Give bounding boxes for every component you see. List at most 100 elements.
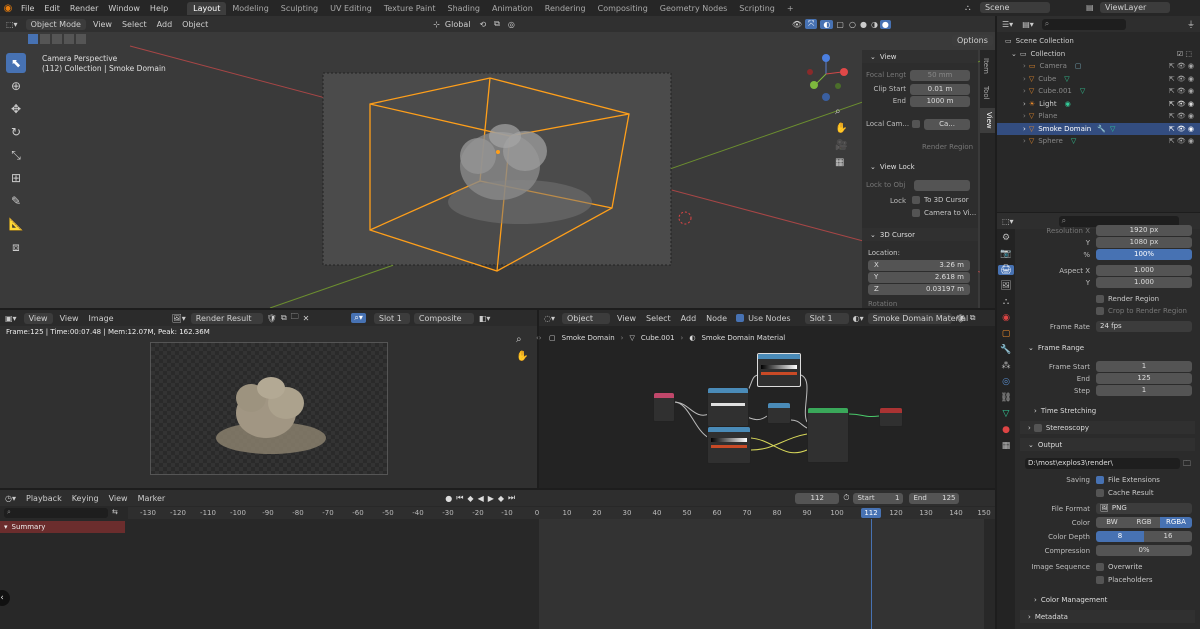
timeline-collapse-icon[interactable]: ⇆ <box>112 508 118 516</box>
image-zoom-icon[interactable]: ⌕ <box>516 334 528 345</box>
color-bw-button[interactable]: BW <box>1096 517 1128 528</box>
outliner-display-mode-icon[interactable]: ▤▾ <box>1018 20 1038 29</box>
ortho-grid-icon[interactable]: ▦ <box>835 157 847 168</box>
tab-layout[interactable]: Layout <box>187 1 227 15</box>
cursor-z-field[interactable]: Z 0.03197 m <box>868 284 970 295</box>
cursor-y-field[interactable]: Y 2.618 m <box>868 272 970 283</box>
view-lock-header[interactable]: ⌄ View Lock <box>862 160 978 173</box>
frame-end-field[interactable]: 125 <box>1096 373 1192 384</box>
render-tab-icon[interactable]: 📷 <box>1000 249 1011 259</box>
next-keyframe-icon[interactable]: ◆ <box>498 494 504 503</box>
select-box-tool[interactable]: ⬉ <box>6 53 26 73</box>
play-icon[interactable]: ▶ <box>488 494 494 503</box>
node-texture-coordinate[interactable] <box>653 392 675 422</box>
outliner-item-sphere[interactable]: › ▽ Sphere ▽ ⇱ 👁 ◉ <box>997 135 1200 148</box>
outliner-item-camera[interactable]: › ▭ Camera ▢ ⇱ 👁 ◉ <box>997 60 1200 73</box>
depth-16-button[interactable]: 16 <box>1144 531 1192 542</box>
tab-scripting[interactable]: Scripting <box>733 2 781 15</box>
material-tab-icon[interactable]: ● <box>1002 425 1010 435</box>
fake-user-icon[interactable]: 🛡 <box>265 314 279 323</box>
outliner-item-cube-001[interactable]: › ▽ Cube.001 ▽ ⇱ 👁 ◉ <box>997 85 1200 98</box>
aspect-y-field[interactable]: 1.000 <box>1096 277 1192 288</box>
tab-animation[interactable]: Animation <box>486 2 539 15</box>
tab-sculpting[interactable]: Sculpting <box>275 2 324 15</box>
view-layer-tab-icon[interactable]: 🖼 <box>1000 281 1011 291</box>
view-layer-icon[interactable]: ▤ <box>1086 3 1094 12</box>
file-extensions-checkbox[interactable]: File Extensions <box>1096 475 1160 484</box>
frame-rate-dropdown[interactable]: 24 fps <box>1096 321 1192 332</box>
node-math[interactable] <box>767 402 791 424</box>
prev-keyframe-icon[interactable]: ◆ <box>467 494 473 503</box>
constraints-tab-icon[interactable]: ⛓ <box>1000 393 1011 403</box>
image-pan-hand-icon[interactable]: ✋ <box>516 351 528 362</box>
zoom-icon[interactable]: ⌕ <box>835 106 847 117</box>
world-tab-icon[interactable]: ◉ <box>1002 313 1010 323</box>
transform-tool[interactable]: ⊞ <box>6 168 26 188</box>
tab-uv-editing[interactable]: UV Editing <box>324 2 378 15</box>
focal-length-field[interactable]: 50 mm <box>910 70 970 81</box>
color-rgba-button[interactable]: RGBA <box>1160 517 1192 528</box>
tab-modeling[interactable]: Modeling <box>226 2 274 15</box>
3d-cursor-header[interactable]: ⌄ 3D Cursor <box>862 228 978 241</box>
image-display-icon[interactable]: ⌕▾ <box>351 313 366 323</box>
tab-view[interactable]: View <box>980 108 995 133</box>
outliner-item-plane[interactable]: › ▽ Plane ⇱ 👁 ◉ <box>997 110 1200 123</box>
camera-to-view-checkbox[interactable]: Camera to Vi... <box>912 209 976 217</box>
node-principled-volume[interactable] <box>807 407 849 463</box>
scene-icon[interactable]: ⛬ <box>965 3 971 13</box>
tab-rendering[interactable]: Rendering <box>539 2 592 15</box>
menu-edit[interactable]: Edit <box>39 4 65 13</box>
depth-8-button[interactable]: 8 <box>1096 531 1144 542</box>
timeline-menu-playback[interactable]: Playback <box>21 494 67 503</box>
resolution-y-field[interactable]: 1080 px <box>1096 237 1192 248</box>
tab-tool[interactable]: Tool <box>982 86 990 100</box>
menu-window[interactable]: Window <box>103 4 145 13</box>
resolution-percent-field[interactable]: 100% <box>1096 249 1192 260</box>
output-panel-header[interactable]: ⌄ Output <box>1020 438 1195 451</box>
stopwatch-icon[interactable]: ⏱ <box>839 493 853 503</box>
timeline-menu-keying[interactable]: Keying <box>67 494 104 503</box>
physics-tab-icon[interactable]: ◎ <box>1002 377 1010 387</box>
pan-hand-icon[interactable]: ✋ <box>835 123 847 134</box>
end-frame-field[interactable]: End 125 <box>909 492 960 504</box>
modifier-tab-icon[interactable]: 🔧 <box>1000 345 1011 355</box>
view-layer-selector[interactable]: ViewLayer <box>1100 2 1170 13</box>
image-menu-image[interactable]: Image <box>84 314 119 323</box>
placeholders-checkbox[interactable]: Placeholders <box>1096 574 1153 585</box>
blender-logo-icon[interactable]: ◉ <box>0 3 16 14</box>
local-camera-checkbox[interactable] <box>912 120 920 128</box>
timeline-search-input[interactable]: ⌕ <box>4 508 108 518</box>
scale-tool[interactable]: ⤡ <box>6 145 26 165</box>
outliner-search-input[interactable]: ⌕ <box>1041 18 1126 30</box>
playhead-frame-badge[interactable]: 112 <box>861 508 881 518</box>
scene-selector[interactable]: Scene <box>980 2 1050 13</box>
folder-icon[interactable]: 🗀 <box>1183 458 1191 472</box>
add-cube-tool[interactable]: ⧈ <box>6 237 26 257</box>
render-region-label[interactable]: Render Region <box>922 143 973 151</box>
tab-geometry-nodes[interactable]: Geometry Nodes <box>654 2 733 15</box>
resolution-x-field[interactable]: 1920 px <box>1096 225 1192 236</box>
viewport-3d[interactable]: ⬚▾ Object Mode View Select Add Object ⊹ … <box>0 16 995 308</box>
image-editor-type-icon[interactable]: ▣▾ <box>0 314 22 323</box>
scene-collection-row[interactable]: ▭ Scene Collection <box>997 35 1200 48</box>
data-tab-icon[interactable]: ▽ <box>1003 409 1010 419</box>
unlink-image-icon[interactable]: ✕ <box>301 314 312 323</box>
view-panel-header[interactable]: ⌄ View <box>862 50 978 63</box>
cache-result-checkbox[interactable]: Cache Result <box>1096 487 1154 498</box>
duplicate-image-icon[interactable]: ⧉ <box>279 313 289 323</box>
tool-tab-icon[interactable]: ⚙ <box>1002 233 1010 243</box>
stereoscopy-panel[interactable]: › Stereoscopy <box>1020 421 1195 434</box>
outliner-item-smoke-domain[interactable]: › ▽ Smoke Domain 🔧 ▽ ⇱ 👁 ◉ <box>997 122 1200 135</box>
clip-start-field[interactable]: 0.01 m <box>910 84 970 95</box>
collection-check-icon[interactable]: ☑ ⬚ <box>1177 50 1192 58</box>
to-3d-cursor-checkbox[interactable]: To 3D Cursor <box>912 196 969 204</box>
add-workspace-button[interactable]: + <box>781 2 800 15</box>
overwrite-checkbox[interactable]: Overwrite <box>1096 562 1142 571</box>
scene-tab-icon[interactable]: ⛬ <box>1003 297 1009 307</box>
node-material-output[interactable] <box>879 407 903 427</box>
tab-item[interactable]: Item <box>982 58 990 74</box>
jump-end-icon[interactable]: ⏭ <box>508 493 515 503</box>
compression-slider[interactable]: 0% <box>1096 545 1192 556</box>
playhead-line[interactable] <box>871 519 872 629</box>
node-volume-info[interactable] <box>707 387 749 427</box>
